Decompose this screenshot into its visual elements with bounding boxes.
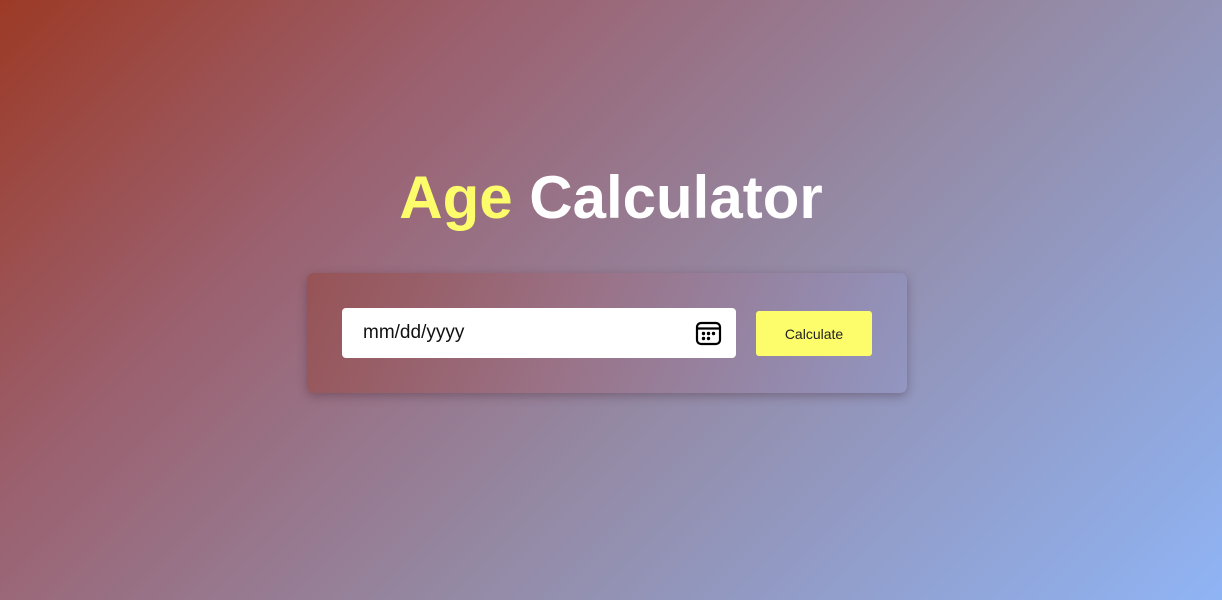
title-rest: Calculator <box>529 164 823 231</box>
calculate-button[interactable]: Calculate <box>756 311 872 356</box>
calculator-card: mm/dd/yyyy Calculate <box>307 273 907 393</box>
title-accent: Age <box>399 164 513 231</box>
page-title: Age Calculator <box>0 162 1222 234</box>
date-placeholder: mm/dd/yyyy <box>363 322 465 343</box>
birthdate-input[interactable]: mm/dd/yyyy <box>342 308 736 358</box>
calendar-icon[interactable] <box>695 320 722 347</box>
